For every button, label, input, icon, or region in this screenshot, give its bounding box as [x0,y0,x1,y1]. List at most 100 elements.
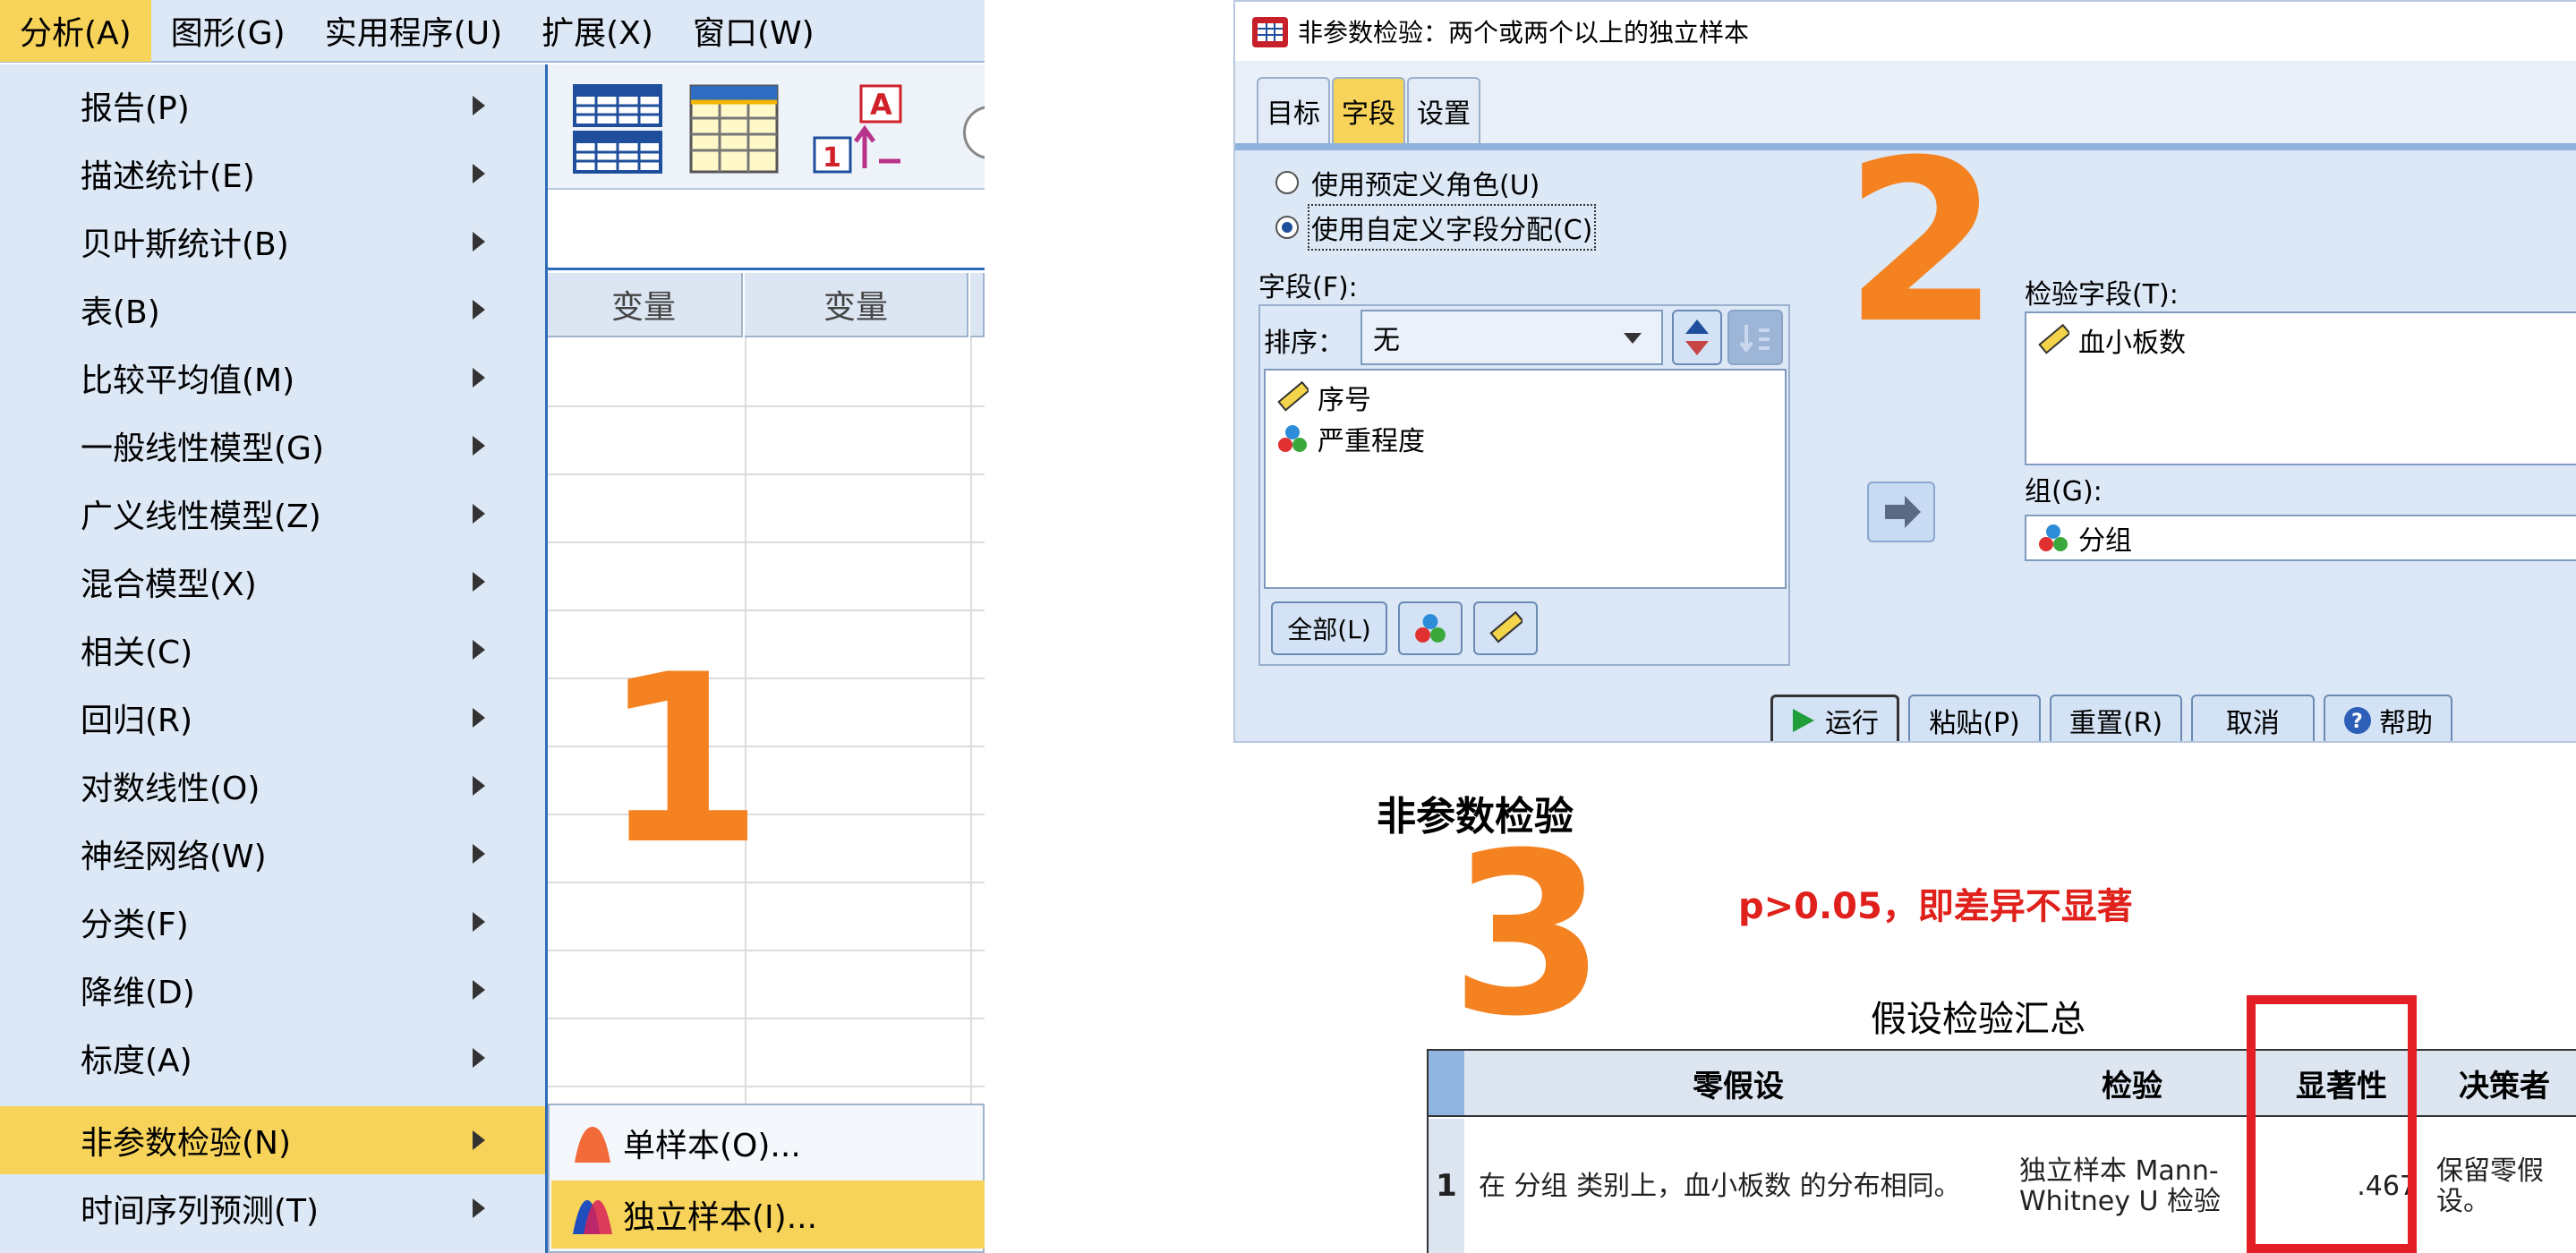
menu-item-label: 非参数检验(N) [81,1125,292,1162]
column-header-partial[interactable] [970,273,985,337]
list-item[interactable]: 序号 [1276,378,1371,417]
menu-item-neural-networks[interactable]: 神经网络(W) [0,820,545,888]
sort-select-value: 无 [1373,325,1400,356]
menu-item-label: 降维(D) [81,975,195,1011]
toolbar-round-button[interactable] [963,106,985,159]
sort-select[interactable]: 无 [1361,310,1663,365]
one-sample-icon [575,1127,610,1163]
menu-item-label: 神经网络(W) [81,839,267,875]
menu-item-glm[interactable]: 一般线性模型(G) [0,412,545,480]
fields-list[interactable]: 序号 严重程度 [1264,369,1787,589]
group-field[interactable]: 分组 [2025,515,2576,561]
submenu-item-one-sample[interactable]: 单样本(O)... [551,1109,985,1177]
variable-view-icon[interactable] [689,84,779,174]
test-fields-list[interactable]: 血小板数 [2025,311,2576,465]
menu-item-generalized-lm[interactable]: 广义线性模型(Z) [0,480,545,548]
run-button[interactable]: 运行 [1770,695,1899,741]
list-item[interactable]: 严重程度 [1276,419,1425,458]
ruler-icon [1489,611,1523,644]
tab-settings[interactable]: 设置 [1407,77,1480,143]
menu-item-label: 贝叶斯统计(B) [81,226,289,263]
nominal-icon [2039,524,2068,551]
help-button[interactable]: ? 帮助 [2324,695,2452,741]
step-number-3: 3 [1450,805,1606,1065]
submenu-item-label: 单样本(O)... [623,1128,801,1164]
table-header: 检验 [2012,1051,2252,1117]
column-header[interactable]: 变量 [546,273,743,337]
menu-item-correlate[interactable]: 相关(C) [0,616,545,684]
move-field-button[interactable] [1867,482,1935,542]
cancel-button[interactable]: 取消 [2191,695,2315,741]
radio-button[interactable] [1275,171,1299,194]
field-name: 血小板数 [2078,328,2186,359]
cell-editor-row[interactable] [546,192,985,270]
tab-fields[interactable]: 字段 [1332,77,1405,143]
grid-line [546,609,985,611]
menu-item-bayesian[interactable]: 贝叶斯统计(B) [0,208,545,276]
radio-custom-fields[interactable]: 使用自定义字段分配(C) [1275,204,1597,251]
menubar-extensions[interactable]: 扩展(X) [522,0,673,62]
sort-disabled-button[interactable] [1727,310,1783,365]
list-item[interactable]: 分组 [2037,518,2132,558]
menu-item-scale[interactable]: 标度(A) [0,1024,545,1092]
spss-analyze-menu-panel: 分析(A) 图形(G) 实用程序(U) 扩展(X) 窗口(W) A 1 变量 变… [0,0,985,1253]
nominal-icon [1278,425,1307,452]
menu-item-nonparametric-tests[interactable]: 非参数检验(N) [0,1106,545,1174]
submenu-item-independent-samples[interactable]: 独立样本(I)... [551,1181,985,1249]
run-icon [1793,709,1814,732]
nominal-filter-button[interactable] [1398,601,1463,655]
dialog-body: 使用预定义角色(U) 使用自定义字段分配(C) 字段(F): 排序： 无 序号 [1235,131,2576,741]
data-editor-icon[interactable] [573,84,662,174]
menubar-window[interactable]: 窗口(W) [673,0,834,62]
menu-item-label: 一般线性模型(G) [81,430,324,467]
nonparametric-submenu: 单样本(O)... 独立样本(I)... [548,1104,985,1253]
menu-item-forecasting[interactable]: 时间序列预测(T) [0,1174,545,1242]
sort-label: 排序： [1264,328,1344,359]
button-label: 运行 [1825,708,1879,739]
menu-item-tables[interactable]: 表(B) [0,276,545,344]
scale-filter-button[interactable] [1473,601,1538,655]
menu-item-label: 分类(F) [81,907,189,943]
menubar-utilities[interactable]: 实用程序(U) [305,0,522,62]
list-item[interactable]: 血小板数 [2037,320,2186,360]
submenu-arrow-icon [473,232,485,251]
menubar-analyze[interactable]: 分析(A) [0,0,151,62]
menu-item-classify[interactable]: 分类(F) [0,888,545,956]
submenu-arrow-icon [473,912,485,932]
submenu-arrow-icon [473,844,485,864]
submenu-arrow-icon [473,436,485,456]
menu-item-label: 广义线性模型(Z) [81,499,321,535]
submenu-arrow-icon [473,96,485,115]
menu-item-label: 时间序列预测(T) [81,1193,320,1230]
paste-button[interactable]: 粘贴(P) [1908,695,2041,741]
submenu-arrow-icon [473,164,485,183]
reset-button[interactable]: 重置(R) [2050,695,2182,741]
test-fields-label: 检验字段(T): [2025,279,2179,311]
step-number-1: 1 [601,626,763,896]
grid-line [546,405,985,407]
all-fields-button[interactable]: 全部(L) [1271,601,1387,655]
menu-item-regression[interactable]: 回归(R) [0,684,545,752]
button-label: 帮助 [2379,708,2433,739]
menu-item-descriptive[interactable]: 描述统计(E) [0,140,545,208]
menu-item-label: 对数线性(O) [81,771,260,807]
tab-objective[interactable]: 目标 [1257,77,1330,143]
value-labels-icon[interactable]: A 1 [811,84,909,174]
menu-item-compare-means[interactable]: 比较平均值(M) [0,344,545,412]
menu-item-mixed-models[interactable]: 混合模型(X) [0,548,545,616]
menu-item-label: 回归(R) [81,703,193,739]
menubar-graphs[interactable]: 图形(G) [151,0,305,62]
field-name: 严重程度 [1318,426,1425,457]
radio-button-checked[interactable] [1275,216,1299,239]
sort-order-button[interactable] [1672,310,1722,365]
menu-item-dimension-reduction[interactable]: 降维(D) [0,956,545,1024]
field-name: 序号 [1318,385,1371,416]
column-header[interactable]: 变量 [745,273,968,337]
menu-item-reports[interactable]: 报告(P) [0,72,545,140]
move-arrow-icon [1885,496,1921,528]
submenu-arrow-icon [473,572,485,592]
radio-predefined-roles[interactable]: 使用预定义角色(U) [1275,163,1540,202]
submenu-arrow-icon [473,368,485,388]
menu-item-loglinear[interactable]: 对数线性(O) [0,752,545,820]
radio-label: 使用预定义角色(U) [1311,170,1540,201]
